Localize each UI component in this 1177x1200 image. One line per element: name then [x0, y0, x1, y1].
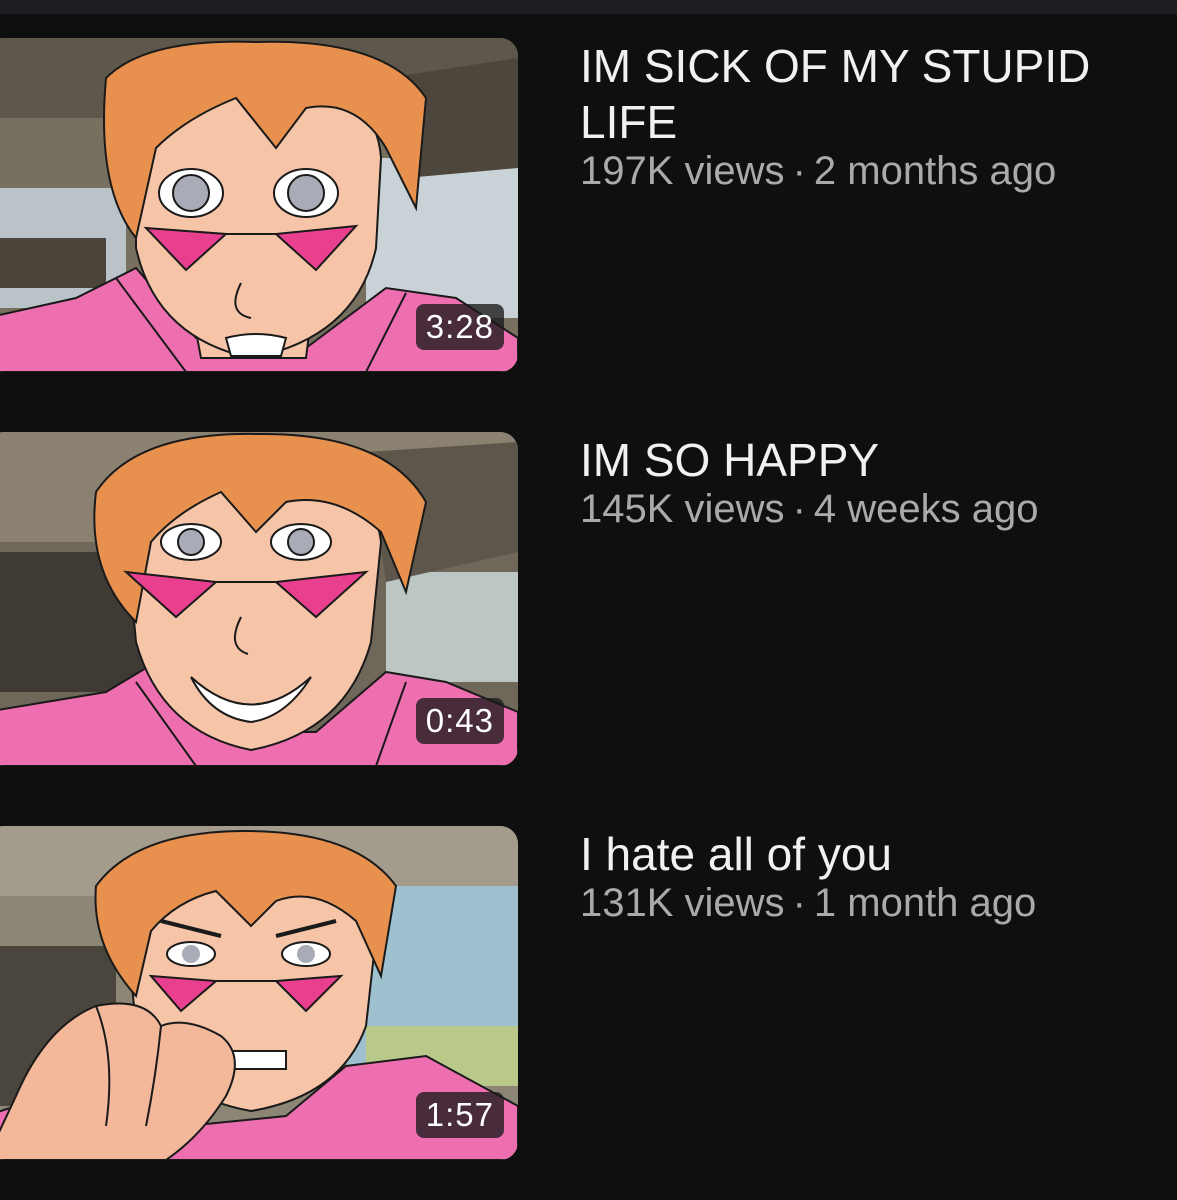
video-stats: 145K views · 4 weeks ago — [580, 484, 1170, 534]
video-stats: 197K views · 2 months ago — [580, 146, 1170, 196]
view-count: 131K views — [580, 881, 785, 925]
video-feed: 3:28 IM SICK OF MY STUPID LIFE 197K view… — [0, 0, 1177, 1200]
video-meta: IM SO HAPPY 145K views · 4 weeks ago — [580, 432, 1170, 534]
separator-dot: · — [792, 149, 806, 193]
video-item[interactable]: 0:43 IM SO HAPPY 145K views · 4 weeks ago — [0, 432, 1177, 772]
video-item[interactable]: 1:57 I hate all of you 131K views · 1 mont… — [0, 826, 1177, 1166]
video-meta: I hate all of you 131K views · 1 month ago — [580, 826, 1170, 928]
video-stats: 131K views · 1 month ago — [580, 878, 1170, 928]
video-title[interactable]: I hate all of you — [580, 826, 1170, 882]
separator-dot: · — [792, 881, 806, 925]
view-count: 197K views — [580, 149, 785, 193]
upload-age: 2 months ago — [813, 149, 1057, 193]
video-duration: 1:57 — [415, 1092, 504, 1138]
video-meta: IM SICK OF MY STUPID LIFE 197K views · 2 m… — [580, 38, 1170, 196]
view-count: 145K views — [580, 487, 785, 531]
video-thumbnail[interactable]: 3:28 — [0, 38, 518, 372]
video-thumbnail[interactable]: 0:43 — [0, 432, 518, 766]
video-duration: 0:43 — [415, 698, 504, 744]
upload-age: 1 month ago — [813, 881, 1037, 925]
upload-age: 4 weeks ago — [813, 487, 1039, 531]
video-title[interactable]: IM SO HAPPY — [580, 432, 1170, 488]
separator-dot: · — [792, 487, 806, 531]
video-item[interactable]: 3:28 IM SICK OF MY STUPID LIFE 197K view… — [0, 38, 1177, 378]
video-thumbnail[interactable]: 1:57 — [0, 826, 518, 1160]
video-title[interactable]: IM SICK OF MY STUPID LIFE — [580, 38, 1170, 150]
video-duration: 3:28 — [415, 304, 504, 350]
